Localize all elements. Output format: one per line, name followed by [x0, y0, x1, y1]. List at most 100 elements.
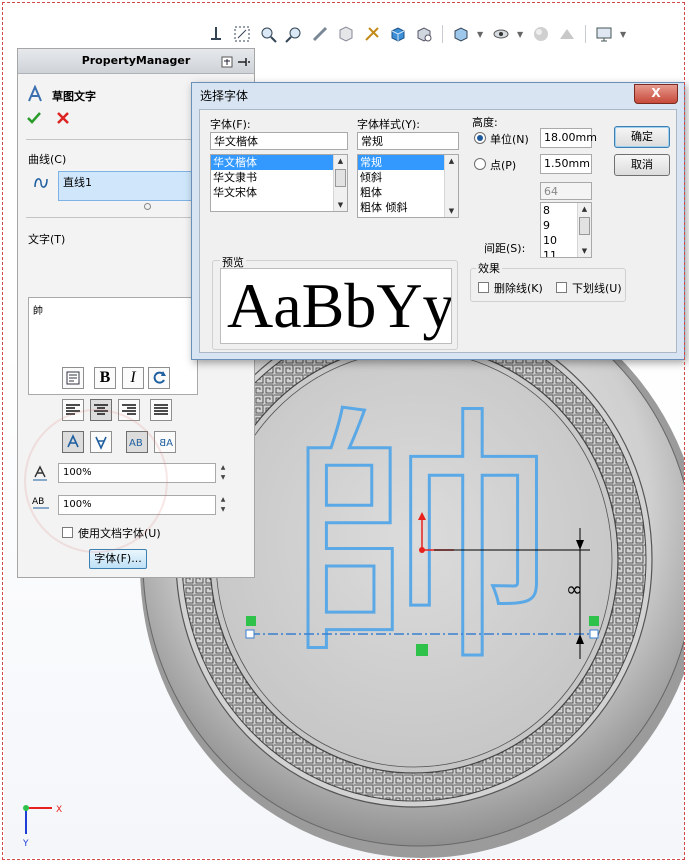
normal-to-icon[interactable] [206, 24, 226, 44]
size-list[interactable]: 8 9 10 11 ▲ ▼ [540, 202, 592, 258]
sketch-text-icon [26, 84, 44, 106]
height-label: 高度: [472, 116, 498, 129]
relation-icon [589, 616, 599, 626]
style-input[interactable]: 常规 [357, 132, 459, 150]
dialog-body: 字体(F): 华文楷体 华文楷体 华文隶书 华文宋体 ▲ ▼ 字体样式(Y): 常规… [199, 109, 677, 353]
view-orientation-icon[interactable] [451, 24, 471, 44]
expand-icon[interactable] [221, 53, 233, 77]
spacing-label: 间距(S): [484, 242, 526, 255]
cancel-button[interactable]: 取消 [614, 154, 670, 176]
scene-icon[interactable] [557, 24, 577, 44]
width-spinner[interactable]: ▲ ▼ [218, 463, 228, 483]
font_list-item[interactable]: 华文隶书 [211, 170, 347, 185]
scroll-up-icon[interactable]: ▲ [578, 203, 591, 215]
monitor-icon[interactable] [594, 24, 614, 44]
hide-show-icon[interactable] [491, 24, 511, 44]
toolbar-separator [585, 25, 586, 43]
style-list[interactable]: 常规 倾斜 粗体 粗体 倾斜 ▲ ▼ [357, 154, 459, 218]
unit-label: 单位(N) [490, 133, 529, 146]
curve-icon [32, 173, 50, 194]
spacing-spinner[interactable]: ▲ ▼ [218, 495, 228, 515]
preview-area: AaBbYyZz [220, 268, 452, 344]
scroll-up-icon[interactable]: ▲ [334, 155, 347, 167]
appearance-icon[interactable] [531, 24, 551, 44]
section-view-icon[interactable] [336, 24, 356, 44]
axis-triad: X Y [22, 805, 62, 849]
ok-button[interactable]: 确定 [614, 126, 670, 148]
font-list[interactable]: 华文楷体 华文隶书 华文宋体 ▲ ▼ [210, 154, 348, 212]
font_list-item[interactable]: 华文楷体 [211, 155, 347, 170]
bold-button[interactable]: B [94, 367, 116, 389]
pm-feature-header: 草图文字 [26, 84, 96, 106]
italic-button[interactable]: I [122, 367, 144, 389]
point-input[interactable]: 1.50mm [540, 154, 592, 174]
pm-header: PropertyManager [18, 49, 254, 74]
heads-up-toolbar: ▼ ▼ ▼ [206, 22, 628, 46]
font-input[interactable]: 华文楷体 [210, 132, 348, 150]
style_list-item[interactable]: 常规 [358, 155, 458, 170]
resize-handle[interactable] [144, 203, 151, 210]
feature-name: 草图文字 [52, 89, 96, 103]
curves-section-title: 曲线(C) [28, 153, 67, 166]
style_list-item[interactable]: 粗体 倾斜 [358, 200, 458, 215]
link-property-button[interactable] [62, 367, 84, 389]
point-radio[interactable] [474, 158, 486, 170]
style_list-item[interactable]: 倾斜 [358, 170, 458, 185]
style-label: 字体样式(Y): [357, 118, 421, 131]
cancel-x-icon[interactable] [56, 111, 70, 128]
unit-value: 18.00mm [544, 131, 597, 144]
display-style-icon[interactable] [388, 24, 408, 44]
close-button[interactable]: X [634, 84, 678, 104]
style_list-item[interactable]: 粗体 [358, 185, 458, 200]
zoom-previous-icon[interactable] [284, 24, 304, 44]
dynamic-annotation-icon[interactable] [362, 24, 382, 44]
font-list-scrollbar[interactable]: ▲ ▼ [333, 155, 347, 211]
scroll-down-icon[interactable]: ▼ [334, 199, 347, 211]
justify-button[interactable] [150, 399, 172, 421]
size-list-scrollbar[interactable]: ▲ ▼ [577, 203, 591, 257]
scroll-down-icon[interactable]: ▼ [445, 205, 458, 217]
scroll-down-icon[interactable]: ▼ [578, 245, 591, 257]
ok-check-icon[interactable] [26, 111, 42, 128]
zoom-to-fit-icon[interactable] [232, 24, 252, 44]
strikeout-checkbox[interactable] [478, 282, 489, 293]
effects-label: 效果 [476, 260, 502, 276]
curves-selection-box[interactable]: 直线1 [58, 171, 198, 201]
dialog-title: 选择字体 [200, 89, 249, 103]
pm-actions [26, 111, 70, 128]
font-dialog: 选择字体 X 字体(F): 华文楷体 华文楷体 华文隶书 华文宋体 ▲ ▼ 字体样式… [191, 82, 685, 360]
scroll-up-icon[interactable]: ▲ [445, 155, 458, 167]
style-list-scrollbar[interactable]: ▲ ▼ [444, 155, 458, 217]
chevron-down-icon[interactable]: ▼ [477, 30, 485, 39]
font-label: 字体(F): [210, 118, 251, 131]
text-input-value: 帥 [33, 306, 43, 317]
curve-item[interactable]: 直线1 [63, 176, 92, 189]
text-section-title: 文字(T) [28, 233, 66, 246]
watermark-logo [24, 409, 168, 553]
view-settings-icon[interactable] [414, 24, 434, 44]
triad-y-label: Y [22, 839, 29, 849]
size-value: 64 [544, 185, 558, 198]
preview-text: AaBbYyZz [227, 271, 451, 341]
zoom-area-icon[interactable] [258, 24, 278, 44]
chevron-down-icon[interactable]: ▼ [620, 30, 628, 39]
pin-icon[interactable] [236, 53, 250, 77]
svg-text:AB: AB [159, 438, 173, 449]
font_list-item[interactable]: 华文宋体 [211, 185, 347, 200]
rotate-text-button[interactable] [148, 367, 170, 389]
underline-checkbox[interactable] [556, 282, 567, 293]
graphics-area[interactable]: 帥 ∞ X Y ▼ ▼ ▼ PropertyManager 草图文字 曲线(C)… [2, 2, 685, 860]
style-input-value: 常规 [361, 135, 383, 148]
dimension-value: ∞ [566, 577, 583, 601]
size-input[interactable]: 64 [540, 182, 592, 200]
point-value: 1.50mm [544, 157, 590, 170]
point-label: 点(P) [490, 159, 517, 172]
pm-title: PropertyManager [81, 54, 191, 67]
unit-radio[interactable] [474, 132, 486, 144]
scroll-thumb[interactable] [335, 169, 346, 187]
rotate-icon[interactable] [310, 24, 330, 44]
unit-input[interactable]: 18.00mm [540, 128, 597, 148]
font-input-value: 华文楷体 [214, 135, 258, 148]
chevron-down-icon[interactable]: ▼ [517, 30, 525, 39]
scroll-thumb[interactable] [579, 217, 590, 235]
